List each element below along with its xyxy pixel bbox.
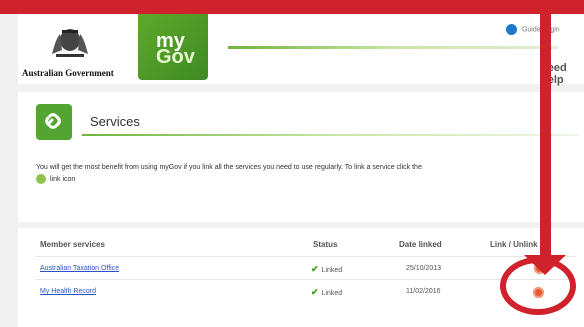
- service-link-ato[interactable]: Australian Taxation Office: [40, 265, 119, 272]
- check-icon: ✔: [311, 264, 319, 274]
- mygov-logo[interactable]: my Gov: [138, 14, 208, 80]
- logo-text-gov: Gov: [156, 46, 195, 68]
- status-my-health-record: ✔ Linked: [311, 287, 342, 298]
- member-services-table: Member services Status Date linked Link …: [18, 228, 584, 327]
- status-ato: ✔ Linked: [311, 264, 342, 275]
- annotation-circle: [500, 257, 576, 315]
- info-text-2: link icon: [50, 176, 76, 183]
- page: Australian Government my Gov Guide Login…: [0, 0, 584, 327]
- status-text: Linked: [321, 267, 343, 274]
- header: Australian Government my Gov Guide Login…: [18, 14, 584, 86]
- header-link-unlink: Link / Unlink: [490, 240, 538, 249]
- australian-government-label: Australian Government: [22, 68, 114, 78]
- status-text: Linked: [321, 290, 343, 297]
- check-icon: ✔: [311, 287, 319, 297]
- services-info: You will get the most benefit from using…: [36, 162, 576, 186]
- annotation-arrow-shaft: [540, 0, 551, 258]
- coat-of-arms-icon: [52, 29, 88, 57]
- annotation-top-bar: [0, 0, 584, 14]
- link-icon: [36, 174, 46, 185]
- top-links[interactable]: Guide Login: [503, 24, 560, 35]
- info-text: You will get the most benefit from using…: [36, 164, 422, 171]
- header-member-services: Member services: [40, 240, 105, 249]
- date-my-health-record: 11/02/2016: [406, 288, 441, 295]
- header-date-linked: Date linked: [399, 240, 442, 249]
- row-divider: [36, 279, 576, 280]
- header-status: Status: [313, 240, 338, 249]
- page-title: Services: [90, 114, 140, 129]
- title-divider: [82, 134, 578, 136]
- link-services-icon: [36, 104, 72, 140]
- help-icon[interactable]: [506, 24, 517, 35]
- date-ato: 25/10/2013: [406, 265, 442, 272]
- service-link-my-health-record[interactable]: My Health Record: [40, 288, 96, 295]
- header-divider: [228, 46, 558, 49]
- row-divider: [36, 256, 576, 257]
- services-panel: Services You will get the most benefit f…: [18, 92, 584, 222]
